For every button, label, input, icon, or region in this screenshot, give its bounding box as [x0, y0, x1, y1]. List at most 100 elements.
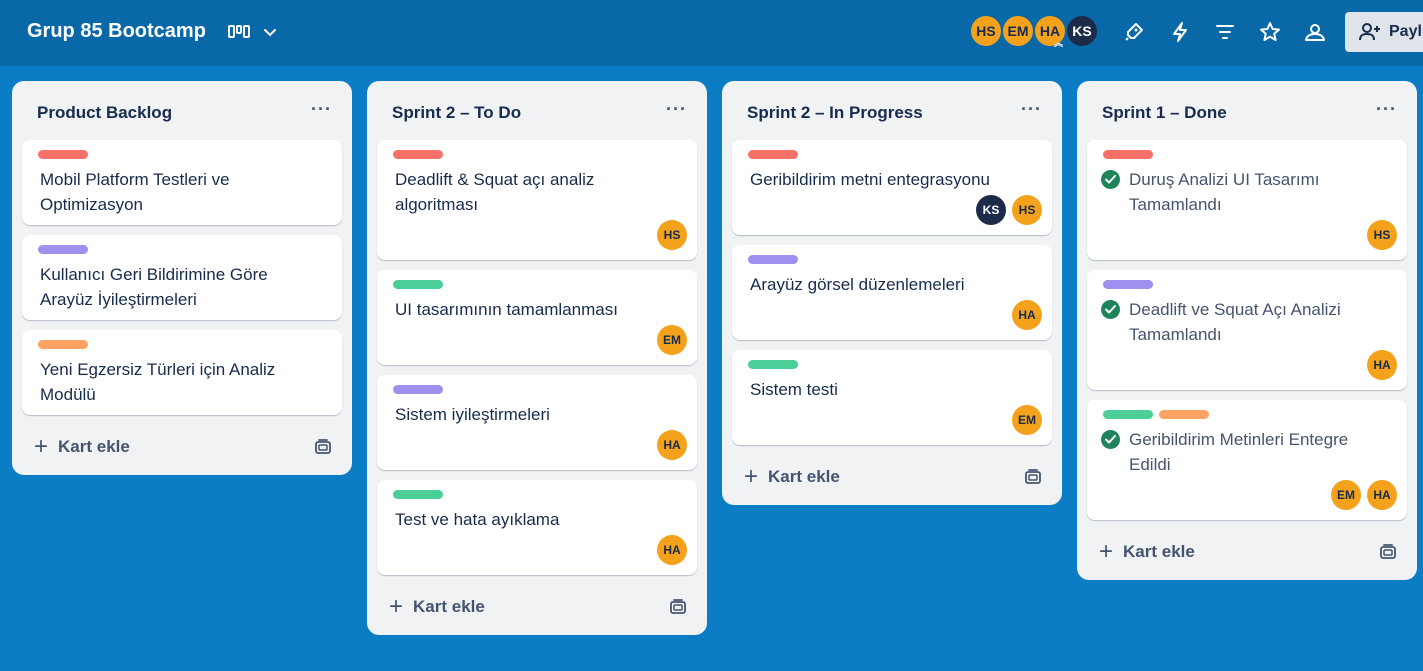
card-label-purple[interactable]: [393, 385, 443, 394]
card-title: Arayüz görsel düzenlemeleri: [750, 275, 965, 294]
card-title: Yeni Egzersiz Türleri için Analiz Modülü: [40, 360, 276, 404]
card-member-avatar[interactable]: HA: [657, 535, 687, 565]
card-title: Geribildirim metni entegrasyonu: [750, 170, 990, 189]
add-card-button[interactable]: + Kart ekle: [744, 462, 840, 492]
card-member-avatar[interactable]: KS: [976, 195, 1006, 225]
add-card-label: Kart ekle: [413, 597, 485, 616]
card-label-purple[interactable]: [1103, 280, 1153, 289]
card-template-icon[interactable]: [314, 438, 332, 456]
list-sprint2-todo: Sprint 2 – To Do ··· Deadlift & Squat aç…: [367, 81, 707, 635]
power-ups-icon[interactable]: [1119, 17, 1149, 47]
list-menu-button[interactable]: ···: [1376, 99, 1397, 120]
add-card-button[interactable]: + Kart ekle: [389, 592, 485, 622]
card[interactable]: Geribildirim metni entegrasyonu KS HS: [732, 140, 1052, 235]
card[interactable]: Yeni Egzersiz Türleri için Analiz Modülü: [22, 330, 342, 415]
board-view-switcher[interactable]: [228, 17, 278, 47]
card-label-green[interactable]: [1103, 410, 1153, 419]
card-member-avatar[interactable]: HA: [1367, 480, 1397, 510]
plus-icon: +: [1099, 538, 1114, 565]
chevron-down-icon: [264, 29, 276, 37]
list-sprint2-in-progress: Sprint 2 – In Progress ··· Geribildirim …: [722, 81, 1062, 505]
card-member-avatar[interactable]: HA: [657, 430, 687, 460]
member-avatar[interactable]: EM: [1001, 14, 1035, 48]
complete-check-icon[interactable]: [1101, 430, 1120, 449]
list-title[interactable]: Sprint 1 – Done: [1102, 103, 1227, 123]
card[interactable]: Test ve hata ayıklama HA: [377, 480, 697, 575]
plus-icon: +: [744, 463, 759, 490]
card-member-avatar[interactable]: HS: [657, 220, 687, 250]
card-label-purple[interactable]: [748, 255, 798, 264]
card-label-purple[interactable]: [38, 245, 88, 254]
list-menu-button[interactable]: ···: [311, 99, 332, 120]
list-menu-button[interactable]: ···: [1021, 99, 1042, 120]
plus-icon: +: [34, 433, 49, 460]
add-card-label: Kart ekle: [1123, 542, 1195, 561]
card-member-avatar[interactable]: EM: [657, 325, 687, 355]
card-label-orange[interactable]: [38, 340, 88, 349]
share-label: Payl: [1389, 23, 1422, 40]
card-label-green[interactable]: [393, 280, 443, 289]
add-card-label: Kart ekle: [58, 437, 130, 456]
card-template-icon[interactable]: [1024, 468, 1042, 486]
complete-check-icon[interactable]: [1101, 170, 1120, 189]
list-title[interactable]: Sprint 2 – To Do: [392, 103, 521, 123]
card-title: Test ve hata ayıklama: [395, 510, 560, 529]
card-label-red[interactable]: [393, 150, 443, 159]
card-label-green[interactable]: [748, 360, 798, 369]
share-button[interactable]: Payl: [1345, 12, 1423, 52]
card-label-orange[interactable]: [1159, 410, 1209, 419]
card-label-red[interactable]: [748, 150, 798, 159]
card-title: Deadlift & Squat açı analiz algoritması: [395, 170, 595, 214]
card-member-avatar[interactable]: EM: [1012, 405, 1042, 435]
card-title: Duruş Analizi UI Tasarımı Tamamlandı: [1129, 170, 1320, 214]
member-initials: HA: [1039, 23, 1061, 39]
card-member-avatar[interactable]: HA: [1367, 350, 1397, 380]
card[interactable]: UI tasarımının tamamlanması EM: [377, 270, 697, 365]
card-member-avatar[interactable]: EM: [1331, 480, 1361, 510]
star-icon[interactable]: [1255, 17, 1285, 47]
card[interactable]: Arayüz görsel düzenlemeleri HA: [732, 245, 1052, 340]
admin-chevron-icon: ︽: [1053, 38, 1063, 48]
add-card-button[interactable]: + Kart ekle: [1099, 537, 1195, 567]
board-header: Grup 85 Bootcamp HS EM HA ︽ KS Payl: [0, 0, 1423, 66]
add-card-label: Kart ekle: [768, 467, 840, 486]
list-title[interactable]: Sprint 2 – In Progress: [747, 103, 923, 123]
card[interactable]: Geribildirim Metinleri Entegre Edildi EM…: [1087, 400, 1407, 520]
card-template-icon[interactable]: [1379, 543, 1397, 561]
card-title: Sistem iyileştirmeleri: [395, 405, 550, 424]
complete-check-icon[interactable]: [1101, 300, 1120, 319]
card[interactable]: Sistem testi EM: [732, 350, 1052, 445]
filter-icon[interactable]: [1210, 17, 1240, 47]
card-member-avatar[interactable]: HS: [1367, 220, 1397, 250]
card[interactable]: Deadlift ve Squat Açı Analizi Tamamlandı…: [1087, 270, 1407, 390]
card[interactable]: Mobil Platform Testleri ve Optimizasyon: [22, 140, 342, 225]
card-title: Geribildirim Metinleri Entegre Edildi: [1129, 430, 1349, 474]
card-member-avatar[interactable]: HS: [1012, 195, 1042, 225]
automation-icon[interactable]: [1165, 17, 1195, 47]
card-label-red[interactable]: [38, 150, 88, 159]
card[interactable]: Kullanıcı Geri Bildirimine Göre Arayüz İ…: [22, 235, 342, 320]
add-card-button[interactable]: + Kart ekle: [34, 432, 130, 462]
member-avatar[interactable]: HS: [969, 14, 1003, 48]
card[interactable]: Duruş Analizi UI Tasarımı Tamamlandı HS: [1087, 140, 1407, 260]
visibility-icon[interactable]: [1300, 17, 1330, 47]
card[interactable]: Sistem iyileştirmeleri HA: [377, 375, 697, 470]
card-title: UI tasarımının tamamlanması: [395, 300, 618, 319]
list-product-backlog: Product Backlog ··· Mobil Platform Testl…: [12, 81, 352, 475]
board-members: HS EM HA ︽ KS: [969, 14, 1099, 48]
list-sprint1-done: Sprint 1 – Done ··· Duruş Analizi UI Tas…: [1077, 81, 1417, 580]
list-menu-button[interactable]: ···: [666, 99, 687, 120]
card-title: Kullanıcı Geri Bildirimine Göre Arayüz İ…: [40, 265, 268, 309]
member-avatar[interactable]: HA ︽: [1033, 14, 1067, 48]
card-title: Sistem testi: [750, 380, 838, 399]
add-user-icon: [1359, 23, 1380, 41]
card-label-red[interactable]: [1103, 150, 1153, 159]
board-view-icon: [228, 25, 250, 38]
board-title[interactable]: Grup 85 Bootcamp: [27, 20, 206, 43]
member-avatar[interactable]: KS: [1065, 14, 1099, 48]
list-title[interactable]: Product Backlog: [37, 103, 172, 123]
card-template-icon[interactable]: [669, 598, 687, 616]
card-label-green[interactable]: [393, 490, 443, 499]
card-member-avatar[interactable]: HA: [1012, 300, 1042, 330]
card[interactable]: Deadlift & Squat açı analiz algoritması …: [377, 140, 697, 260]
